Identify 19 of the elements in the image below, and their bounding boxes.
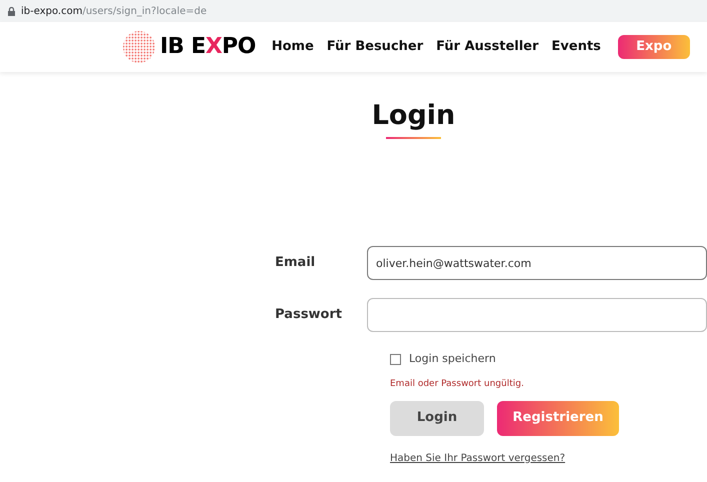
login-button[interactable]: Login	[390, 400, 484, 436]
nav-link[interactable]: Für Besucher	[326, 37, 424, 57]
nav-link[interactable]: Home	[272, 37, 314, 57]
nav-link[interactable]: Events	[552, 37, 601, 57]
checkbox-label: Login speichern	[409, 350, 496, 367]
logo-wordmark[interactable]: IB EXPO	[160, 36, 256, 58]
field-label: Email	[275, 254, 316, 272]
remember-checkbox[interactable]	[390, 354, 401, 364]
forgot-password-link[interactable]: Haben Sie Ihr Passwort vergessen?	[390, 450, 566, 466]
page-title: Login	[372, 102, 456, 129]
url-text[interactable]: ib-expo.com/users/sign_in?locale=de	[21, 4, 207, 18]
title-underline	[386, 137, 441, 139]
lock-icon	[8, 6, 15, 16]
dotted-sphere-icon	[122, 30, 156, 64]
field-label: Passwort	[275, 306, 343, 324]
password-field[interactable]	[367, 298, 707, 332]
error-message: Email oder Passwort ungültig.	[390, 378, 524, 391]
nav-link[interactable]: Für Aussteller	[436, 37, 539, 57]
email-field[interactable]: oliver.hein@wattswater.com	[367, 246, 707, 280]
